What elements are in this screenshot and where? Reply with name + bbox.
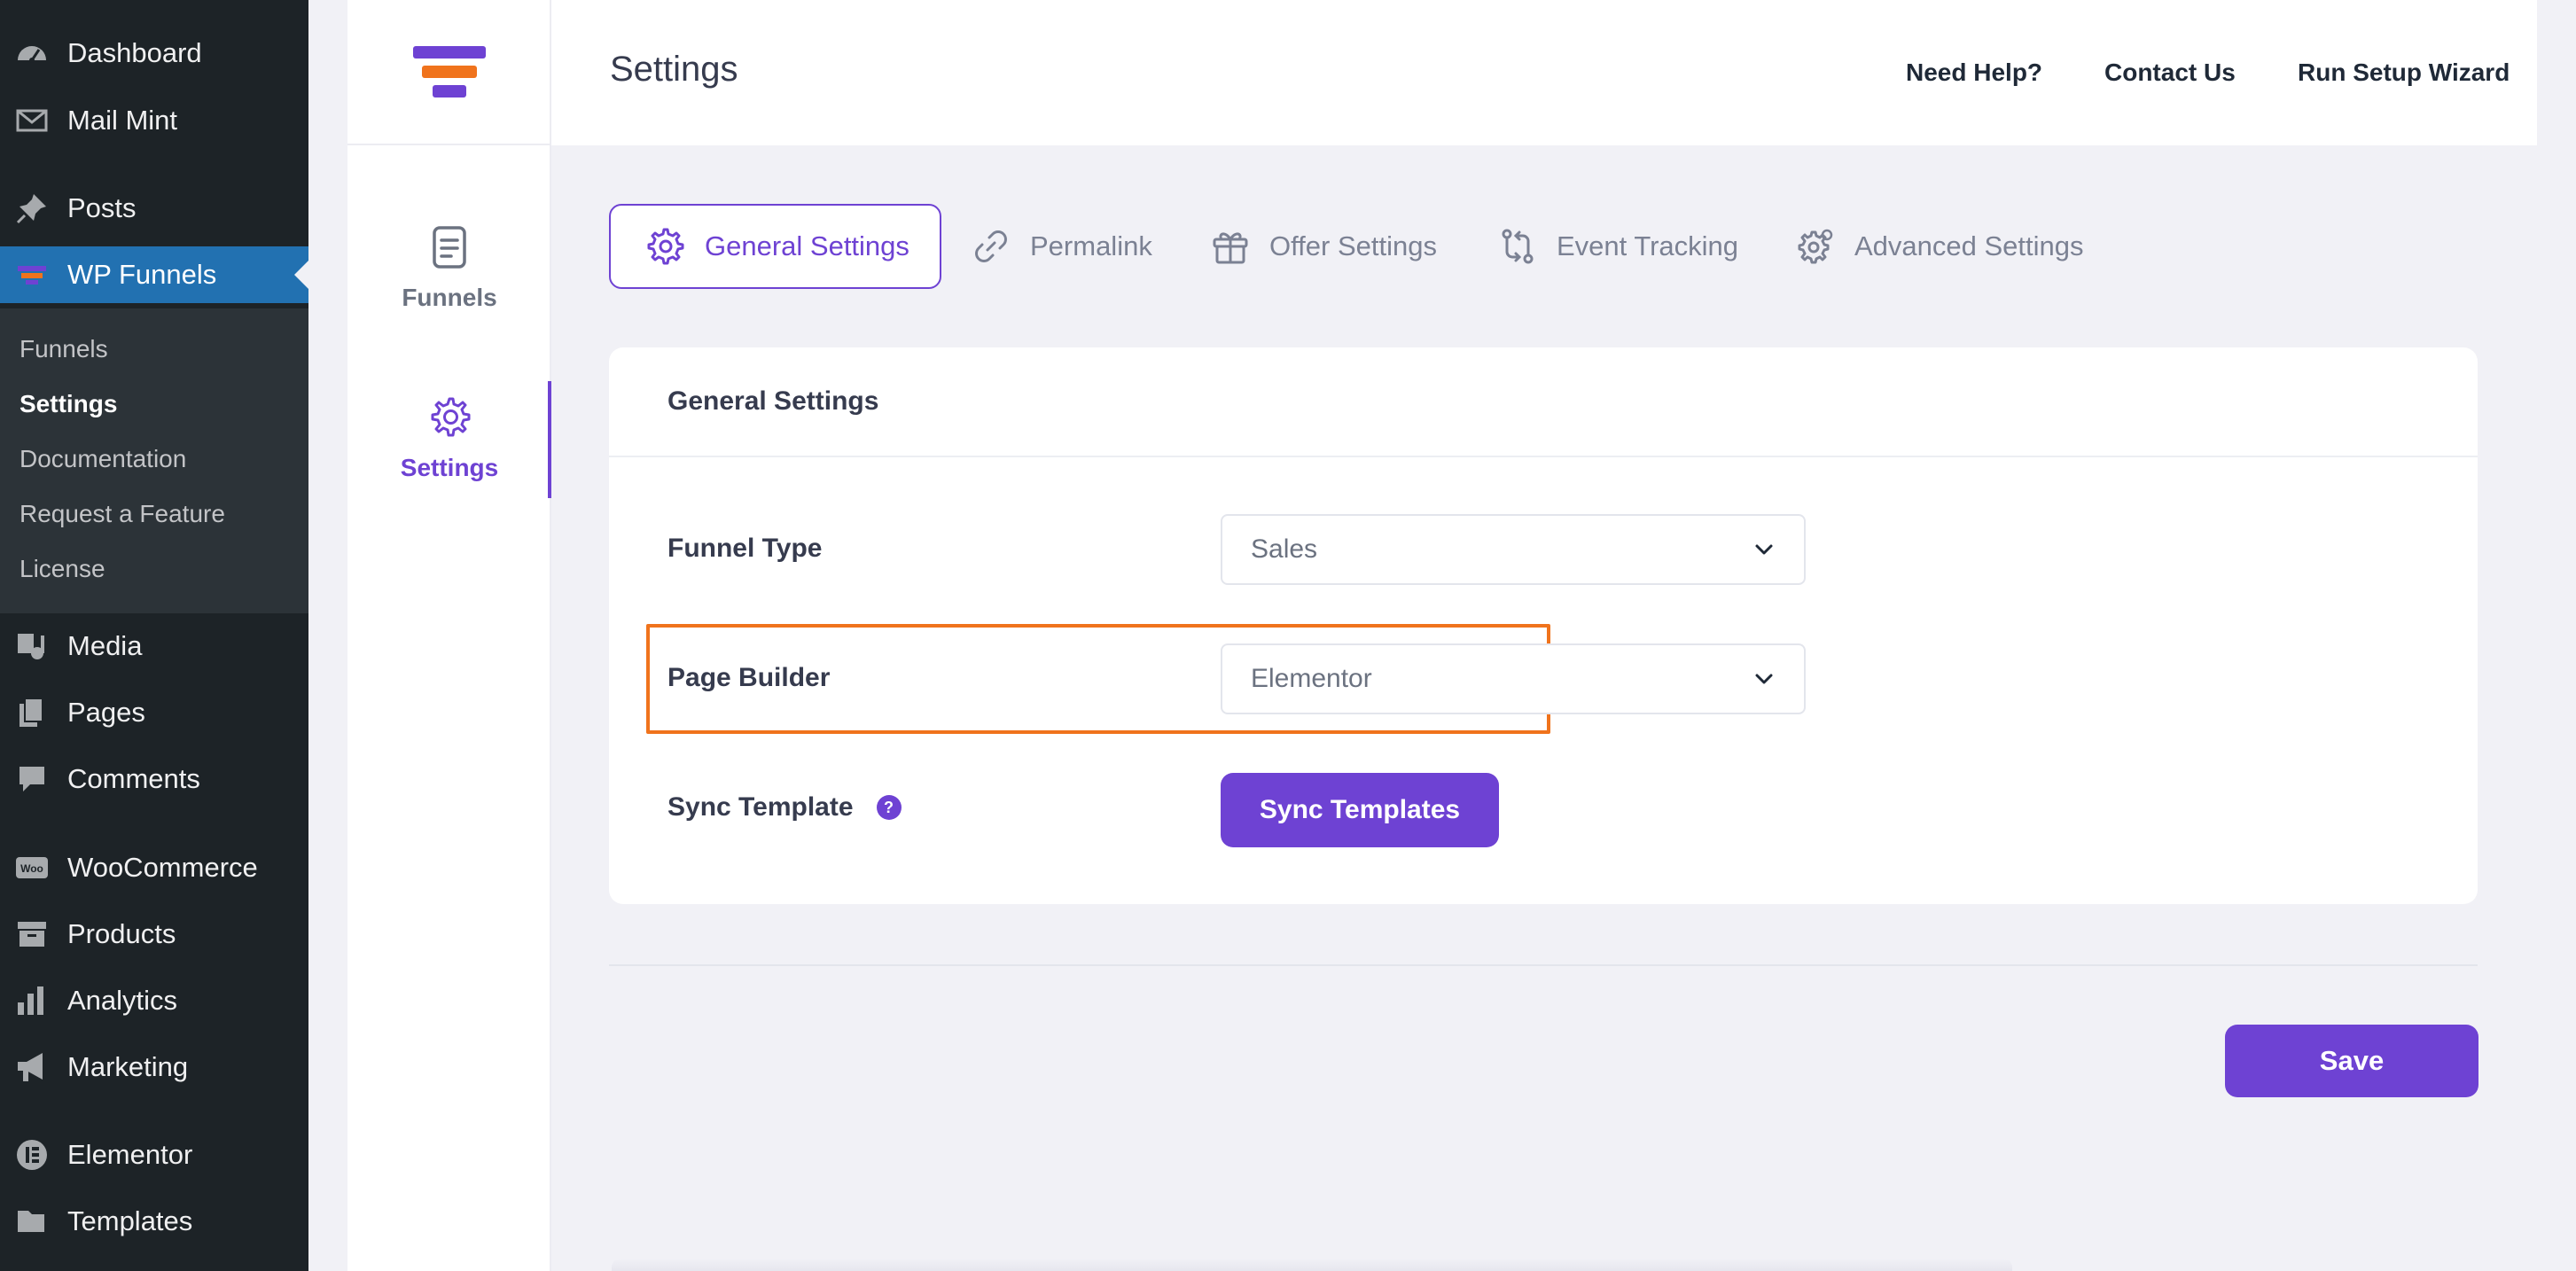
funnel-icon [12, 255, 51, 294]
gift-icon [1213, 232, 1248, 264]
tab-general-settings[interactable]: General Settings [609, 204, 941, 289]
wp-menu-woocommerce[interactable]: Woo WooCommerce [0, 839, 308, 896]
rail-item-settings[interactable]: Settings [347, 394, 551, 482]
sync-templates-button[interactable]: Sync Templates [1221, 773, 1499, 847]
wp-menu-label: Media [67, 630, 143, 661]
comment-icon [12, 760, 51, 799]
wp-menu-label: Marketing [67, 1051, 189, 1082]
rail-active-indicator [548, 381, 551, 498]
wp-submenu-funnels[interactable]: Funnels [20, 335, 108, 363]
card-title: General Settings [667, 386, 879, 416]
wp-menu-posts[interactable]: Posts [0, 180, 308, 237]
rail-item-label: Settings [400, 454, 499, 481]
chevron-down-icon [1755, 674, 1773, 684]
wp-menu-wp-funnels[interactable]: WP Funnels [0, 246, 308, 303]
wp-menu-label: Products [67, 918, 176, 949]
bar-chart-icon [12, 981, 51, 1020]
page-builder-select[interactable]: Elementor [1221, 643, 1806, 714]
general-settings-card: General Settings Funnel Type Sales Page … [609, 347, 2478, 904]
sync-template-label: Sync Template [667, 792, 854, 822]
page-builder-value: Elementor [1251, 664, 1372, 693]
wp-menu-label: Mail Mint [67, 105, 178, 136]
rail-item-funnels[interactable]: Funnels [347, 223, 551, 312]
wp-menu-label: WP Funnels [67, 259, 217, 290]
divider [609, 964, 2478, 966]
wp-menu-templates[interactable]: Templates [0, 1193, 308, 1250]
wp-menu-label: WooCommerce [67, 852, 258, 883]
wp-admin-sidebar: Dashboard Mail Mint Posts WP Funnels Fun… [0, 0, 308, 1271]
megaphone-icon [12, 1048, 51, 1087]
wp-menu-label: Comments [67, 763, 200, 794]
page-title: Settings [610, 50, 738, 89]
funnel-type-value: Sales [1251, 534, 1318, 564]
tab-advanced-settings[interactable]: Advanced Settings [1794, 204, 2084, 289]
wp-menu-dashboard[interactable]: Dashboard [0, 25, 308, 82]
tab-label: General Settings [705, 230, 909, 261]
folder-icon [12, 1202, 51, 1241]
contact-us-link[interactable]: Contact Us [2104, 58, 2236, 87]
wp-submenu-request-feature[interactable]: Request a Feature [20, 500, 225, 528]
tab-offer-settings[interactable]: Offer Settings [1209, 204, 1437, 289]
wp-menu-media[interactable]: Media [0, 618, 308, 674]
tracking-icon [1502, 229, 1534, 264]
sync-template-row-label: Sync Template ? [667, 792, 902, 823]
wp-menu-marketing[interactable]: Marketing [0, 1039, 308, 1096]
bottom-card-edge [612, 1259, 2012, 1271]
svg-text:Woo: Woo [20, 862, 43, 875]
tab-event-tracking[interactable]: Event Tracking [1496, 204, 1738, 289]
run-setup-wizard-link[interactable]: Run Setup Wizard [2298, 58, 2510, 87]
card-header: General Settings [609, 347, 2478, 457]
dashboard-icon [12, 34, 51, 73]
mail-icon [12, 101, 51, 140]
tab-label: Advanced Settings [1854, 230, 2084, 261]
link-icon [975, 230, 1007, 262]
save-button[interactable]: Save [2225, 1025, 2478, 1097]
wp-submenu-license[interactable]: License [20, 555, 105, 583]
wp-menu-pages[interactable]: Pages [0, 684, 308, 741]
pages-icon [12, 693, 51, 732]
funnel-type-select[interactable]: Sales [1221, 514, 1806, 585]
elementor-icon [12, 1135, 51, 1174]
wp-menu-label: Analytics [67, 985, 178, 1016]
tab-label: Permalink [1030, 230, 1152, 261]
wp-submenu-documentation[interactable]: Documentation [20, 445, 186, 473]
wp-menu-label: Dashboard [67, 37, 202, 68]
wp-menu-label: Elementor [67, 1139, 193, 1170]
gear-icon [431, 397, 471, 437]
wp-menu-label: Templates [67, 1205, 193, 1236]
media-icon [12, 627, 51, 666]
help-icon[interactable]: ? [876, 795, 902, 820]
wp-menu-label: Posts [67, 192, 137, 223]
document-icon [433, 226, 466, 269]
chevron-down-icon [1755, 544, 1773, 555]
wp-menu-analytics[interactable]: Analytics [0, 972, 308, 1029]
funnel-type-label: Funnel Type [667, 534, 823, 563]
top-header: Settings Need Help? Contact Us Run Setup… [551, 0, 2537, 145]
archive-icon [12, 915, 51, 954]
wp-menu-label: Pages [67, 697, 145, 728]
wp-submenu: Funnels Settings Documentation Request a… [0, 308, 308, 613]
rail-item-label: Funnels [402, 284, 497, 311]
page-builder-label: Page Builder [667, 663, 831, 692]
wp-menu-products[interactable]: Products [0, 906, 308, 963]
wp-menu-comments[interactable]: Comments [0, 751, 308, 807]
wpfunnels-logo [347, 0, 551, 145]
wp-menu-elementor[interactable]: Elementor [0, 1127, 308, 1183]
plugin-rail: Funnels Settings [347, 0, 551, 1271]
wp-submenu-settings[interactable]: Settings [20, 390, 117, 418]
tab-label: Offer Settings [1269, 230, 1437, 261]
woocommerce-icon: Woo [12, 848, 51, 887]
gears-icon [1798, 229, 1833, 264]
pin-icon [12, 189, 51, 228]
wp-menu-mail-mint[interactable]: Mail Mint [0, 92, 308, 149]
tab-permalink[interactable]: Permalink [970, 204, 1152, 289]
need-help-link[interactable]: Need Help? [1906, 58, 2042, 87]
tab-label: Event Tracking [1557, 230, 1739, 261]
gear-icon [647, 228, 684, 265]
